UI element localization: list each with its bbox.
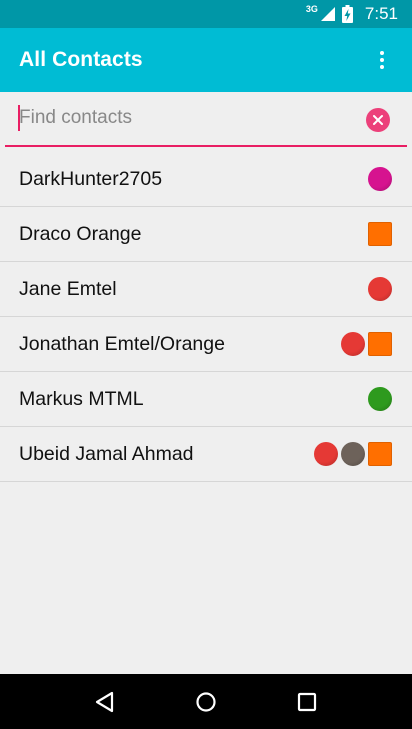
network-type: 3G <box>305 4 318 14</box>
contact-markers <box>368 222 392 246</box>
clock: 7:51 <box>364 4 398 23</box>
contact-row[interactable]: Markus MTML <box>0 372 412 427</box>
circle-marker-icon <box>314 442 338 466</box>
contact-name: Jane Emtel <box>19 277 117 300</box>
contact-row[interactable]: Ubeid Jamal Ahmad <box>0 427 412 482</box>
circle-marker-icon <box>368 277 392 301</box>
signal-icon <box>320 6 336 22</box>
contact-name: Draco Orange <box>19 222 142 245</box>
back-icon[interactable] <box>81 678 129 726</box>
contact-row[interactable]: DarkHunter2705 <box>0 152 412 207</box>
overflow-menu-icon[interactable] <box>370 40 394 80</box>
square-marker-icon <box>368 222 392 246</box>
app-bar: All Contacts <box>0 28 412 92</box>
circle-marker-icon <box>368 167 392 191</box>
contact-name: Ubeid Jamal Ahmad <box>19 442 194 465</box>
contact-name: Jonathan Emtel/Orange <box>19 332 225 355</box>
circle-marker-icon <box>341 442 365 466</box>
circle-marker-icon <box>341 332 365 356</box>
status-bar: 3G 7:51 <box>0 0 412 28</box>
contact-markers <box>314 442 392 466</box>
home-icon[interactable] <box>182 678 230 726</box>
contact-markers <box>368 387 392 411</box>
contact-row[interactable]: Jane Emtel <box>0 262 412 317</box>
contact-row[interactable]: Jonathan Emtel/Orange <box>0 317 412 372</box>
contact-markers <box>368 277 392 301</box>
clear-icon[interactable] <box>366 108 390 132</box>
screen: 3G 7:51 All Contacts DarkH <box>0 0 412 729</box>
contact-name: Markus MTML <box>19 387 144 410</box>
square-marker-icon <box>368 442 392 466</box>
battery-charging-icon <box>341 5 353 23</box>
contact-markers <box>368 167 392 191</box>
contact-markers <box>341 332 392 356</box>
circle-marker-icon <box>368 387 392 411</box>
contact-row[interactable]: Draco Orange <box>0 207 412 262</box>
recents-icon[interactable] <box>283 678 331 726</box>
search-bar <box>5 92 407 147</box>
navigation-bar <box>0 674 412 729</box>
square-marker-icon <box>368 332 392 356</box>
page-title: All Contacts <box>19 48 143 71</box>
contact-list: DarkHunter2705 Draco Orange Jane Emtel Jona… <box>0 152 412 482</box>
search-input[interactable] <box>19 104 349 132</box>
contact-name: DarkHunter2705 <box>19 167 163 190</box>
